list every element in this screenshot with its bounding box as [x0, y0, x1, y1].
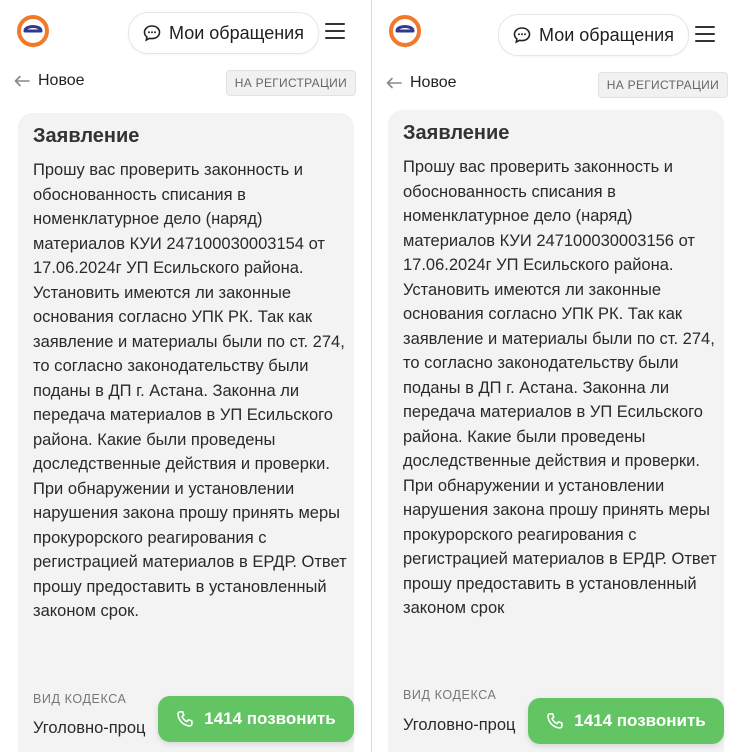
call-button-label: 1414 позвонить	[574, 711, 706, 730]
back-label: Новое	[410, 74, 457, 91]
my-requests-button[interactable]: Мои обращения	[498, 14, 689, 56]
code-type-label: ВИД КОДЕКСА	[403, 688, 497, 702]
screen-left: Мои обращения Новое НА РЕГИСТРАЦИИ Заявл…	[0, 0, 368, 752]
screen-right: Мои обращения Новое НА РЕГИСТРАЦИИ Заявл…	[371, 0, 740, 752]
sub-header: Новое НА РЕГИСТРАЦИИ	[0, 68, 368, 100]
top-bar: Мои обращения	[372, 0, 740, 62]
top-bar: Мои обращения	[0, 0, 368, 62]
code-type-value: Уголовно-проц	[403, 716, 516, 734]
sub-header: Новое НА РЕГИСТРАЦИИ	[372, 70, 740, 102]
application-card: Заявление Прошу вас проверить законность…	[18, 113, 354, 752]
back-button[interactable]: Новое	[14, 72, 85, 90]
app-logo-icon[interactable]	[16, 14, 50, 48]
my-requests-button[interactable]: Мои обращения	[128, 12, 319, 54]
hamburger-menu-icon[interactable]	[694, 25, 716, 43]
card-title: Заявление	[403, 122, 510, 144]
call-1414-button[interactable]: 1414 позвонить	[158, 696, 354, 742]
arrow-left-icon	[14, 75, 30, 87]
application-card: Заявление Прошу вас проверить законность…	[388, 110, 724, 752]
chat-bubble-icon	[513, 27, 531, 44]
code-type-value: Уголовно-проц	[33, 719, 146, 737]
application-text: Прошу вас проверить законность и обоснов…	[403, 158, 717, 617]
call-button-label: 1414 позвонить	[204, 709, 336, 728]
card-title: Заявление	[33, 125, 140, 147]
arrow-left-icon	[386, 77, 402, 89]
application-text: Прошу вас проверить законность и обоснов…	[33, 161, 347, 620]
status-badge: НА РЕГИСТРАЦИИ	[225, 70, 356, 96]
phone-icon	[177, 711, 193, 727]
chat-bubble-icon	[143, 25, 161, 42]
call-1414-button[interactable]: 1414 позвонить	[528, 698, 724, 744]
my-requests-label: Мои обращения	[539, 24, 674, 45]
phone-icon	[547, 713, 563, 729]
status-badge: НА РЕГИСТРАЦИИ	[597, 72, 728, 98]
hamburger-menu-icon[interactable]	[324, 22, 346, 40]
my-requests-label: Мои обращения	[169, 22, 304, 43]
back-label: Новое	[38, 72, 85, 89]
code-type-label: ВИД КОДЕКСА	[33, 692, 127, 706]
back-button[interactable]: Новое	[386, 74, 457, 92]
app-logo-icon[interactable]	[388, 14, 422, 48]
